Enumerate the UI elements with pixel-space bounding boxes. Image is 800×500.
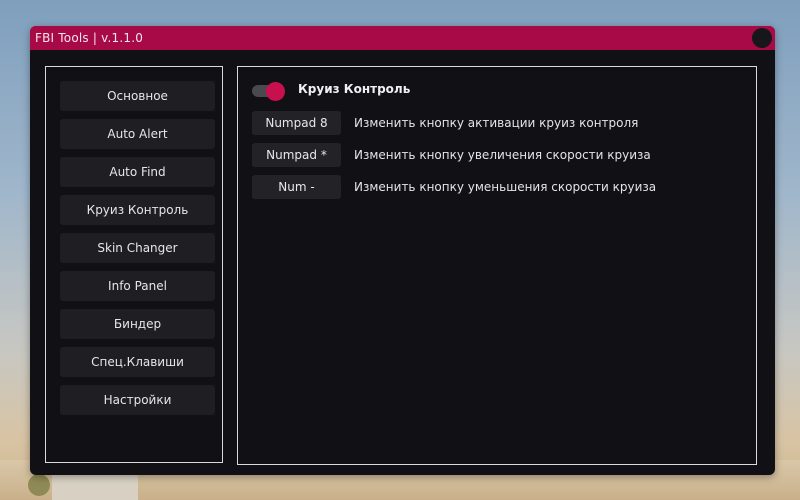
sidebar-menu: Основное Auto Alert Auto Find Круиз Конт… (45, 66, 223, 463)
speed-up-key-description: Изменить кнопку увеличения скорости круи… (354, 148, 651, 162)
fbi-tools-window: FBI Tools | v.1.1.0 Основное Auto Alert … (30, 26, 775, 475)
speed-down-key-description: Изменить кнопку уменьшения скорости круи… (354, 180, 657, 194)
speed-up-key-button[interactable]: Numpad * (252, 143, 341, 167)
cruise-control-toggle[interactable] (252, 82, 286, 101)
sidebar-item-binder[interactable]: Биндер (60, 309, 215, 339)
close-button[interactable] (752, 28, 772, 48)
activation-key-button[interactable]: Numpad 8 (252, 111, 341, 135)
cruise-control-toggle-label: Круиз Контроль (298, 82, 411, 96)
sidebar-item-skin-changer[interactable]: Skin Changer (60, 233, 215, 263)
background-building (52, 471, 138, 500)
sidebar-item-auto-find[interactable]: Auto Find (60, 157, 215, 187)
activation-key-description: Изменить кнопку активации круиз контроля (354, 116, 639, 130)
sidebar-item-cruise-control[interactable]: Круиз Контроль (60, 195, 215, 225)
speed-down-key-button[interactable]: Num - (252, 175, 341, 199)
window-title: FBI Tools | v.1.1.0 (35, 31, 144, 45)
sidebar-item-auto-alert[interactable]: Auto Alert (60, 119, 215, 149)
sidebar-item-info-panel[interactable]: Info Panel (60, 271, 215, 301)
sidebar-item-special-keys[interactable]: Спец.Клавиши (60, 347, 215, 377)
sidebar-item-main[interactable]: Основное (60, 81, 215, 111)
cruise-control-panel: Круиз Контроль Numpad 8 Изменить кнопку … (237, 66, 757, 465)
sidebar-item-settings[interactable]: Настройки (60, 385, 215, 415)
toggle-knob (266, 82, 285, 101)
background-tree (28, 474, 50, 496)
title-bar[interactable]: FBI Tools | v.1.1.0 (30, 26, 775, 50)
